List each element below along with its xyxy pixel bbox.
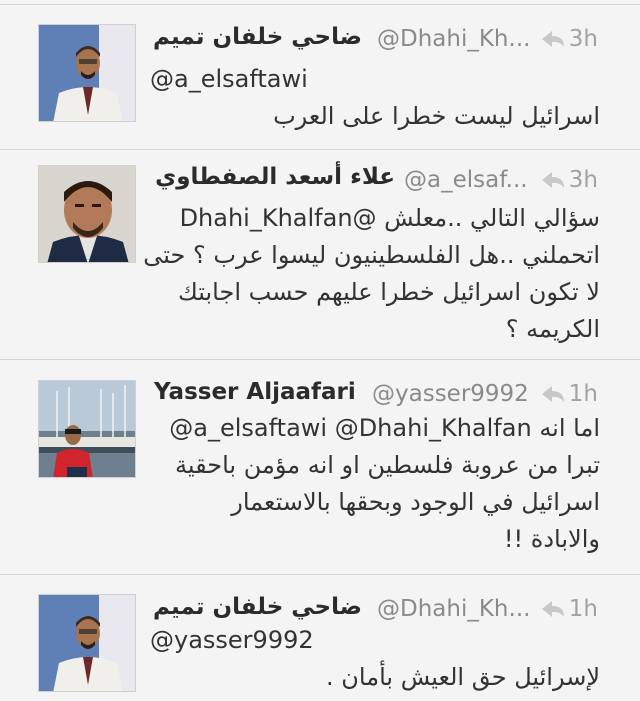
tweet-item[interactable]: ضاحي خلفان تميم @Dhahi_Kh... 1h @yasser9… <box>0 575 640 701</box>
reply-arrow-icon[interactable] <box>540 29 566 49</box>
tweet-line[interactable]: @a_elsaftawi <box>150 61 600 98</box>
timestamp: 1h <box>568 596 598 622</box>
tweet-item[interactable]: علاء أسعد الصفطاوي @a_elsaf... 3h سؤالي … <box>0 150 640 359</box>
avatar-man-portrait-image <box>39 166 135 262</box>
tweet-text: @yasser9992 لإسرائيل حق العيش بأمان . <box>150 622 600 696</box>
display-name[interactable]: علاء أسعد الصفطاوي <box>155 164 395 190</box>
reply-arrow-icon[interactable] <box>540 599 566 619</box>
reply-arrow-icon[interactable] <box>540 384 566 404</box>
avatar-man-white-uniform-image <box>39 25 135 121</box>
display-name[interactable]: Yasser Aljaafari <box>154 379 356 405</box>
avatar[interactable] <box>38 594 136 692</box>
avatar-man-white-uniform-image <box>39 595 135 691</box>
tweet-item[interactable]: Yasser Aljaafari @yasser9992 1h @a_elsaf… <box>0 360 640 574</box>
tweet-line: سؤالي التالي ..معلش @Dhahi_Khalfan <box>179 204 600 232</box>
avatar[interactable] <box>38 24 136 122</box>
avatar[interactable] <box>38 165 136 263</box>
tweet-line: تبرا من عروبة فلسطين او انه مؤمن باحقية <box>174 451 600 479</box>
timestamp: 3h <box>568 167 598 193</box>
tweet-text: @a_elsaftawi @Dhahi_Khalfan اما انه تبرا… <box>150 410 600 558</box>
tweet-text: @a_elsaftawi اسرائيل ليست خطرا على العرب <box>150 61 600 135</box>
tweet-line: لا تكون اسرائيل خطرا عليهم حسب اجابتك <box>178 278 600 306</box>
tweet-text: سؤالي التالي ..معلش @Dhahi_Khalfan اتحمل… <box>143 200 600 348</box>
display-name[interactable]: ضاحي خلفان تميم <box>153 24 362 50</box>
reply-arrow-icon[interactable] <box>540 170 566 190</box>
handle[interactable]: @Dhahi_Kh... <box>377 596 530 622</box>
timestamp: 1h <box>568 381 598 407</box>
tweet-line: اتحملني ..هل الفلسطينيون ليسوا عرب ؟ حتى <box>143 241 600 269</box>
tweet-line: الكريمه ؟ <box>505 315 600 343</box>
tweet-timeline: ضاحي خلفان تميم @Dhahi_Kh... 3h @a_elsaf… <box>0 0 640 701</box>
handle[interactable]: @a_elsaf... <box>404 167 528 193</box>
tweet-line: والابادة !! <box>503 525 600 553</box>
tweet-line: اسرائيل ليست خطرا على العرب <box>273 102 600 130</box>
handle[interactable]: @yasser9992 <box>372 381 529 407</box>
tweet-line: @a_elsaftawi @Dhahi_Khalfan اما انه <box>169 414 600 442</box>
avatar-man-harbor-image <box>39 381 135 477</box>
tweet-line: لإسرائيل حق العيش بأمان . <box>326 663 600 691</box>
avatar[interactable] <box>38 380 136 478</box>
display-name[interactable]: ضاحي خلفان تميم <box>153 594 362 620</box>
tweet-item[interactable]: ضاحي خلفان تميم @Dhahi_Kh... 3h @a_elsaf… <box>0 5 640 149</box>
tweet-line[interactable]: @yasser9992 <box>150 622 600 659</box>
handle[interactable]: @Dhahi_Kh... <box>377 26 530 52</box>
timestamp: 3h <box>568 26 598 52</box>
tweet-line: اسرائيل في الوجود وبحقها بالاستعمار <box>231 488 600 516</box>
